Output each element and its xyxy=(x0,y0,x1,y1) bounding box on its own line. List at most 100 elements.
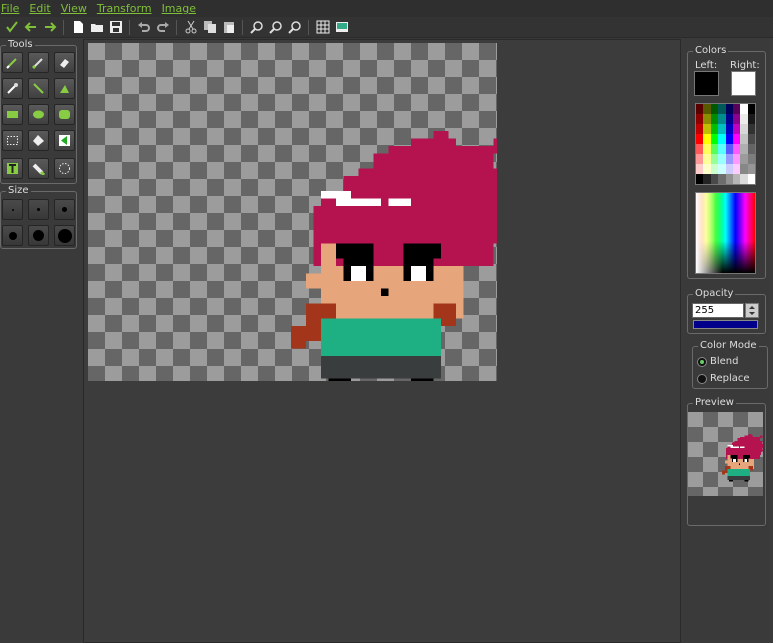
new-button[interactable] xyxy=(68,18,87,37)
palette-swatch[interactable] xyxy=(747,154,755,164)
palette-swatch[interactable] xyxy=(710,104,719,114)
palette-swatch[interactable] xyxy=(740,144,748,154)
palette-swatch[interactable] xyxy=(703,144,711,154)
palette-swatch[interactable] xyxy=(725,104,733,114)
palette-swatch[interactable] xyxy=(732,174,741,184)
palette-swatch[interactable] xyxy=(740,104,748,114)
palette-swatch[interactable] xyxy=(710,174,719,184)
opacity-slider[interactable] xyxy=(693,320,758,329)
palette-swatch[interactable] xyxy=(725,144,733,154)
zoom-out-button[interactable] xyxy=(266,18,285,37)
palette-swatch[interactable] xyxy=(718,114,726,124)
stamp-tool[interactable] xyxy=(28,158,49,179)
palette-swatch[interactable] xyxy=(740,134,748,144)
palette-swatch[interactable] xyxy=(718,164,726,174)
palette-swatch[interactable] xyxy=(696,144,704,154)
opacity-stepper[interactable] xyxy=(745,303,759,318)
redo-button[interactable] xyxy=(153,18,172,37)
palette-swatch[interactable] xyxy=(732,104,741,114)
cut-button[interactable] xyxy=(181,18,200,37)
palette-swatch[interactable] xyxy=(718,104,726,114)
select-tool[interactable] xyxy=(2,130,23,151)
palette-swatch[interactable] xyxy=(747,124,755,134)
size-1-button[interactable] xyxy=(2,199,23,220)
curve-tool[interactable] xyxy=(54,78,75,99)
paste-button[interactable] xyxy=(219,18,238,37)
drawing-canvas[interactable] xyxy=(88,43,497,381)
ellipse-tool[interactable] xyxy=(28,104,49,125)
right-color-swatch[interactable] xyxy=(731,71,756,96)
palette-swatch[interactable] xyxy=(725,114,733,124)
palette-swatch[interactable] xyxy=(718,124,726,134)
grid-button[interactable] xyxy=(313,18,332,37)
palette-swatch[interactable] xyxy=(732,144,741,154)
back-button[interactable] xyxy=(21,18,40,37)
zoom-in-button[interactable] xyxy=(247,18,266,37)
palette-swatch[interactable] xyxy=(732,164,741,174)
palette-swatch[interactable] xyxy=(703,134,711,144)
palette-swatch[interactable] xyxy=(696,134,704,144)
palette-swatch[interactable] xyxy=(718,144,726,154)
zoom-fit-button[interactable] xyxy=(285,18,304,37)
palette-swatch[interactable] xyxy=(725,174,733,184)
save-button[interactable] xyxy=(106,18,125,37)
pencil-tool[interactable] xyxy=(2,52,23,73)
replace-color-tool[interactable] xyxy=(54,130,75,151)
menu-transform[interactable]: Transform xyxy=(97,2,152,15)
palette-swatch[interactable] xyxy=(696,164,704,174)
left-color-swatch[interactable] xyxy=(694,71,719,96)
palette-swatch[interactable] xyxy=(710,144,719,154)
palette-swatch[interactable] xyxy=(696,124,704,134)
palette-swatch[interactable] xyxy=(710,164,719,174)
palette-swatch[interactable] xyxy=(725,124,733,134)
palette-swatch[interactable] xyxy=(725,164,733,174)
palette-swatch[interactable] xyxy=(732,154,741,164)
blend-radio[interactable] xyxy=(697,357,707,367)
text-tool[interactable] xyxy=(2,158,23,179)
palette-swatch[interactable] xyxy=(710,154,719,164)
palette-swatch[interactable] xyxy=(732,114,741,124)
palette-swatch[interactable] xyxy=(703,124,711,134)
fill-tool[interactable] xyxy=(28,130,49,151)
palette-swatch[interactable] xyxy=(740,154,748,164)
color-palette[interactable] xyxy=(695,103,756,185)
palette-swatch[interactable] xyxy=(703,104,711,114)
palette-swatch[interactable] xyxy=(696,174,704,184)
palette-swatch[interactable] xyxy=(740,114,748,124)
size-3-button[interactable] xyxy=(54,199,75,220)
palette-swatch[interactable] xyxy=(696,104,704,114)
rectangle-tool[interactable] xyxy=(2,104,23,125)
lasso-tool[interactable] xyxy=(54,158,75,179)
palette-swatch[interactable] xyxy=(747,144,755,154)
rounded-rectangle-tool[interactable] xyxy=(54,104,75,125)
palette-swatch[interactable] xyxy=(718,174,726,184)
palette-swatch[interactable] xyxy=(710,124,719,134)
palette-swatch[interactable] xyxy=(740,164,748,174)
palette-swatch[interactable] xyxy=(747,164,755,174)
menu-file[interactable]: File xyxy=(1,2,19,15)
palette-swatch[interactable] xyxy=(747,174,755,184)
opacity-field[interactable]: 255 xyxy=(692,303,744,318)
palette-swatch[interactable] xyxy=(747,134,755,144)
palette-swatch[interactable] xyxy=(703,154,711,164)
size-2-button[interactable] xyxy=(28,199,49,220)
replace-radio[interactable] xyxy=(697,374,707,384)
palette-swatch[interactable] xyxy=(710,134,719,144)
eraser-tool[interactable] xyxy=(54,52,75,73)
palette-swatch[interactable] xyxy=(747,114,755,124)
menu-edit[interactable]: Edit xyxy=(29,2,50,15)
palette-swatch[interactable] xyxy=(696,114,704,124)
image-button[interactable] xyxy=(332,18,351,37)
palette-swatch[interactable] xyxy=(725,154,733,164)
size-5-button[interactable] xyxy=(28,225,49,246)
menu-image[interactable]: Image xyxy=(162,2,196,15)
menu-view[interactable]: View xyxy=(61,2,87,15)
palette-swatch[interactable] xyxy=(696,154,704,164)
palette-swatch[interactable] xyxy=(740,174,748,184)
palette-swatch[interactable] xyxy=(725,134,733,144)
palette-swatch[interactable] xyxy=(718,134,726,144)
line-tool[interactable] xyxy=(28,78,49,99)
palette-swatch[interactable] xyxy=(703,114,711,124)
palette-swatch[interactable] xyxy=(710,114,719,124)
forward-button[interactable] xyxy=(40,18,59,37)
